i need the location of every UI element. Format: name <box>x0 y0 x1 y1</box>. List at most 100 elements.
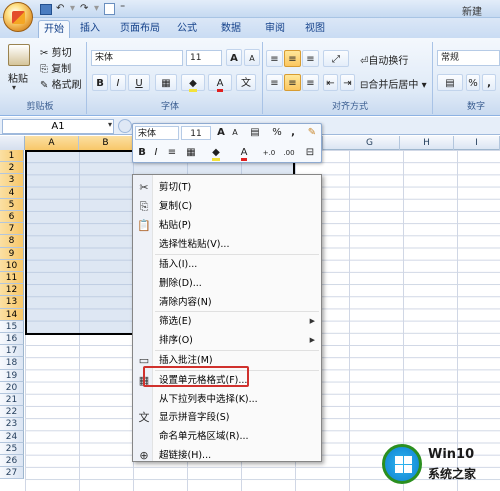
undo-icon[interactable]: ↶ <box>56 3 64 15</box>
office-button[interactable] <box>3 2 33 32</box>
row-header[interactable]: 17 <box>0 345 24 358</box>
dropdown-icon[interactable]: ▾ <box>94 3 99 15</box>
mini-comma-button[interactable]: , <box>287 126 299 140</box>
row-header[interactable]: 18 <box>0 357 24 370</box>
row-header[interactable]: 25 <box>0 442 24 455</box>
format-painter-button[interactable]: ✎ 格式刷 <box>40 76 82 91</box>
save-icon[interactable] <box>40 4 52 15</box>
paste-icon[interactable] <box>8 44 30 66</box>
column-header-g[interactable]: G <box>340 136 400 150</box>
mini-grow-font-button[interactable]: A <box>215 126 227 140</box>
tab-review[interactable]: 审阅 <box>260 20 290 38</box>
menu-item[interactable]: 从下拉列表中选择(K)... <box>134 390 320 409</box>
mini-format-painter-icon[interactable]: ✎ <box>305 126 319 140</box>
copy-button[interactable]: ⎘ 复制 <box>40 60 71 75</box>
menu-item[interactable]: 筛选(E) ▶ <box>134 312 320 331</box>
redo-icon[interactable]: ↷ <box>80 3 88 15</box>
align-top-button[interactable]: ≡ <box>266 50 283 67</box>
borders-button[interactable]: ▦ <box>155 74 177 91</box>
row-header[interactable]: 15 <box>0 320 24 333</box>
comma-button[interactable]: , <box>482 74 496 91</box>
tab-insert[interactable]: 插入 <box>76 20 104 38</box>
italic-button[interactable]: I <box>110 74 126 91</box>
mini-decrease-decimal-button[interactable]: .00 <box>279 146 299 160</box>
chevron-down-icon[interactable]: ▾ <box>12 83 16 92</box>
row-header[interactable]: 5 <box>0 198 24 211</box>
row-header[interactable]: 2 <box>0 162 24 175</box>
row-header[interactable]: 3 <box>0 174 24 187</box>
column-header-e[interactable] <box>322 136 323 150</box>
merge-center-button[interactable]: ⊟合并后居中 ▾ <box>360 76 427 91</box>
row-header[interactable]: 8 <box>0 235 24 248</box>
row-header[interactable]: 24 <box>0 430 24 443</box>
menu-item[interactable]: ⎘ 复制(C) <box>134 197 320 216</box>
mini-percent-button[interactable]: % <box>271 126 283 140</box>
print-preview-icon[interactable] <box>104 3 115 15</box>
mini-bold-button[interactable]: B <box>136 146 148 160</box>
paste-button-label[interactable]: 粘贴 <box>8 70 28 85</box>
menu-item[interactable]: ⊕ 超链接(H)... <box>134 446 320 465</box>
orientation-button[interactable]: ⤢ <box>323 50 349 67</box>
row-header[interactable]: 4 <box>0 186 24 199</box>
mini-align-center-button[interactable]: ≡ <box>165 146 179 160</box>
menu-item[interactable]: 清除内容(N) <box>134 293 320 312</box>
tab-formulas[interactable]: 公式 <box>172 20 202 38</box>
column-header-h[interactable]: H <box>400 136 454 150</box>
row-header[interactable]: 19 <box>0 369 24 382</box>
font-name-select[interactable]: 宋体 <box>91 50 183 66</box>
align-left-button[interactable]: ≡ <box>266 74 283 91</box>
row-header[interactable]: 21 <box>0 394 24 407</box>
row-header[interactable]: 7 <box>0 223 24 236</box>
row-header[interactable]: 14 <box>0 308 24 321</box>
row-header[interactable]: 16 <box>0 333 24 346</box>
row-header[interactable]: 13 <box>0 296 24 309</box>
mini-number-format-button[interactable]: ▤ <box>245 126 265 140</box>
row-header[interactable]: 1 <box>0 150 24 163</box>
fill-color-button[interactable]: ◆ <box>181 74 205 92</box>
row-header[interactable]: 23 <box>0 418 24 431</box>
dropdown-icon[interactable]: ▾ <box>70 3 75 15</box>
accounting-format-button[interactable]: ▤ <box>437 74 463 91</box>
mini-font-color-button[interactable]: A <box>233 146 255 161</box>
row-header[interactable]: 22 <box>0 406 24 419</box>
wrap-text-button[interactable]: ⏎自动换行 <box>360 52 408 67</box>
mini-font-select[interactable]: 宋体 <box>135 126 179 140</box>
column-header-i[interactable]: I <box>454 136 500 150</box>
align-middle-button[interactable]: ≡ <box>284 50 301 67</box>
bold-button[interactable]: B <box>92 74 108 91</box>
tab-page-layout[interactable]: 页面布局 <box>116 20 164 38</box>
shrink-font-button[interactable]: A <box>244 49 260 66</box>
mini-shrink-font-button[interactable]: A <box>229 126 241 140</box>
underline-button[interactable]: U <box>128 74 150 91</box>
align-center-button[interactable]: ≡ <box>284 74 301 91</box>
row-header[interactable]: 12 <box>0 284 24 297</box>
formula-circle-icon[interactable] <box>118 119 132 133</box>
cut-button[interactable]: ✂ 剪切 <box>40 44 72 59</box>
percent-button[interactable]: % <box>466 74 480 91</box>
menu-item[interactable]: ✂ 剪切(T) <box>134 178 320 197</box>
align-bottom-button[interactable]: ≡ <box>302 50 319 67</box>
row-header[interactable]: 10 <box>0 259 24 272</box>
customize-qa-icon[interactable]: ⁼ <box>120 3 125 15</box>
mini-borders-button[interactable]: ▦ <box>181 146 201 160</box>
menu-item[interactable]: 📋 粘贴(P) <box>134 216 320 235</box>
font-color-button[interactable]: A <box>208 74 232 92</box>
row-header[interactable]: 11 <box>0 272 24 285</box>
decrease-indent-button[interactable]: ⇤ <box>323 74 338 91</box>
menu-item[interactable]: 选择性粘贴(V)... <box>134 235 320 254</box>
column-header-b[interactable]: B <box>79 136 133 150</box>
row-header[interactable]: 20 <box>0 381 24 394</box>
grow-font-button[interactable]: A <box>226 49 242 66</box>
tab-view[interactable]: 视图 <box>300 20 330 38</box>
tab-data[interactable]: 数据 <box>216 20 246 38</box>
chevron-down-icon[interactable]: ▾ <box>108 120 112 129</box>
menu-item[interactable]: 插入(I)... <box>134 255 320 274</box>
mini-merge-button[interactable]: ⊟ <box>303 146 317 160</box>
increase-indent-button[interactable]: ⇥ <box>340 74 355 91</box>
phonetic-button[interactable]: 文 <box>236 74 256 91</box>
menu-item[interactable]: 删除(D)... <box>134 274 320 293</box>
menu-item[interactable]: 文显示拼音字段(S) <box>134 408 320 427</box>
mini-italic-button[interactable]: I <box>150 146 162 160</box>
tab-home[interactable]: 开始 <box>38 20 70 38</box>
align-right-button[interactable]: ≡ <box>302 74 319 91</box>
